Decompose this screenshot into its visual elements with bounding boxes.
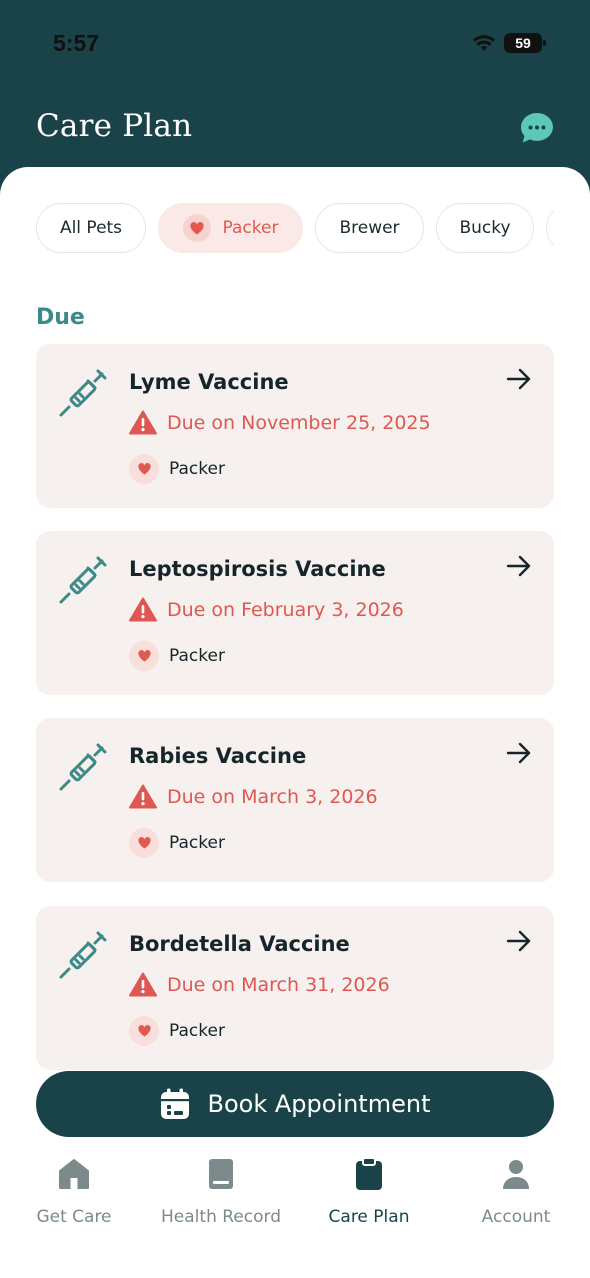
tab-account[interactable]: Account (442, 1157, 590, 1227)
care-item-card[interactable]: Lyme Vaccine Due on November 25, 2025 Pa… (36, 344, 554, 508)
content-sheet: All Pets Packer Brewer Bucky Due Lyme Va… (0, 167, 590, 1278)
heart-icon (129, 454, 159, 484)
pet-tag: Packer (129, 828, 225, 858)
pet-name: Packer (169, 1021, 225, 1041)
heart-icon (129, 641, 159, 671)
heart-icon (182, 214, 211, 242)
filter-chip-bucky[interactable]: Bucky (436, 203, 534, 253)
warning-triangle-icon (129, 597, 157, 622)
arrow-right-icon[interactable] (506, 366, 532, 392)
status-time: 5:57 (53, 30, 100, 56)
book-appointment-button[interactable]: Book Appointment (36, 1071, 554, 1137)
pet-tag: Packer (129, 641, 225, 671)
pet-name: Packer (169, 459, 225, 479)
heart-icon (129, 828, 159, 858)
tab-label: Get Care (36, 1207, 112, 1227)
pet-tag: Packer (129, 1016, 225, 1046)
tab-label: Care Plan (328, 1207, 410, 1227)
arrow-right-icon[interactable] (506, 928, 532, 954)
due-date-row: Due on March 3, 2026 (129, 784, 378, 809)
syringe-icon (59, 743, 107, 791)
care-item-title: Lyme Vaccine (129, 370, 289, 394)
bottom-tab-bar: Get Care Health Record Care Plan Account (0, 1147, 590, 1278)
filter-chip-label: Brewer (339, 218, 400, 238)
syringe-icon (59, 931, 107, 979)
care-item-card[interactable]: Rabies Vaccine Due on March 3, 2026 Pack… (36, 718, 554, 882)
battery-indicator: 59 (504, 33, 546, 53)
due-date-text: Due on March 3, 2026 (167, 785, 378, 808)
tab-care-plan[interactable]: Care Plan (295, 1157, 443, 1227)
tab-get-care[interactable]: Get Care (0, 1157, 148, 1227)
tab-health-record[interactable]: Health Record (147, 1157, 295, 1227)
filter-chip-label: Packer (222, 218, 279, 238)
pet-tag: Packer (129, 454, 225, 484)
clipboard-icon (356, 1157, 382, 1190)
due-date-row: Due on March 31, 2026 (129, 972, 390, 997)
book-appointment-label: Book Appointment (207, 1090, 431, 1118)
warning-triangle-icon (129, 972, 157, 997)
care-item-title: Leptospirosis Vaccine (129, 557, 386, 581)
syringe-icon (59, 369, 107, 417)
filter-chip-label: Bucky (459, 218, 511, 238)
due-date-row: Due on February 3, 2026 (129, 597, 404, 622)
care-item-title: Bordetella Vaccine (129, 932, 350, 956)
filter-chip-more[interactable] (546, 203, 554, 253)
due-date-text: Due on February 3, 2026 (167, 598, 404, 621)
care-item-card[interactable]: Leptospirosis Vaccine Due on February 3,… (36, 531, 554, 695)
page-title: Care Plan (36, 108, 193, 144)
filter-chip-brewer[interactable]: Brewer (315, 203, 424, 253)
filter-chip-label: All Pets (59, 218, 123, 238)
pet-filter-bar: All Pets Packer Brewer Bucky (36, 203, 554, 255)
wifi-icon (473, 35, 495, 51)
book-icon (209, 1159, 233, 1189)
filter-chip-all-pets[interactable]: All Pets (36, 203, 146, 253)
syringe-icon (59, 556, 107, 604)
due-date-text: Due on March 31, 2026 (167, 973, 390, 996)
pet-name: Packer (169, 833, 225, 853)
person-icon (503, 1160, 529, 1189)
due-date-row: Due on November 25, 2025 (129, 410, 431, 435)
care-item-title: Rabies Vaccine (129, 744, 307, 768)
care-item-card[interactable]: Bordetella Vaccine Due on March 31, 2026… (36, 906, 554, 1070)
section-heading-due: Due (36, 305, 85, 330)
arrow-right-icon[interactable] (506, 740, 532, 766)
chat-bubble-icon[interactable] (520, 112, 554, 144)
warning-triangle-icon (129, 410, 157, 435)
filter-chip-packer[interactable]: Packer (158, 203, 303, 253)
heart-icon (129, 1016, 159, 1046)
tab-label: Account (481, 1207, 551, 1227)
arrow-right-icon[interactable] (506, 553, 532, 579)
pet-name: Packer (169, 646, 225, 666)
home-indicator (221, 1264, 369, 1269)
calendar-icon (160, 1088, 189, 1119)
status-icons: 59 (472, 33, 546, 53)
house-icon (59, 1159, 89, 1189)
tab-label: Health Record (161, 1207, 281, 1227)
due-date-text: Due on November 25, 2025 (167, 411, 431, 434)
warning-triangle-icon (129, 784, 157, 809)
